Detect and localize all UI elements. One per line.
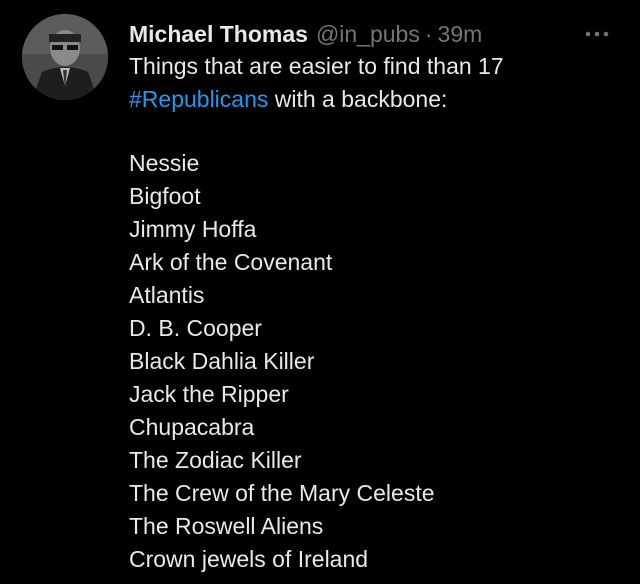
list-item: The Zodiac Killer — [129, 447, 302, 473]
hashtag-link[interactable]: #Republicans — [129, 86, 268, 112]
tweet-text-line-2: #Republicans with a backbone: — [129, 83, 629, 116]
list-item: Black Dahlia Killer — [129, 348, 315, 374]
tweet-text-line-1: Things that are easier to find than 17 — [129, 53, 504, 79]
list-item: Atlantis — [129, 282, 205, 308]
list-item: Jack the Ripper — [129, 381, 289, 407]
avatar-photo-icon — [22, 14, 108, 100]
list-item: Chupacabra — [129, 414, 255, 440]
list-item: The Roswell Aliens — [129, 513, 324, 539]
list-item: Nessie — [129, 150, 200, 176]
timestamp[interactable]: 39m — [438, 14, 483, 54]
tweet[interactable]: Michael Thomas @in_pubs · 39m Things tha… — [0, 0, 640, 584]
list-item: Bigfoot — [129, 183, 201, 209]
tweet-list: Nessie Bigfoot Jimmy Hoffa Ark of the Co… — [129, 147, 629, 576]
tweet-text-line-2-rest: with a backbone: — [268, 86, 448, 112]
list-item: Ark of the Covenant — [129, 249, 333, 275]
list-item: Crown jewels of Ireland — [129, 546, 369, 572]
more-options-icon — [585, 31, 609, 37]
avatar[interactable] — [22, 14, 108, 100]
tweet-text: Things that are easier to find than 17 #… — [129, 50, 629, 116]
list-item: Jimmy Hoffa — [129, 216, 257, 242]
separator-dot: · — [424, 21, 433, 47]
tweet-header: Michael Thomas @in_pubs · 39m — [129, 14, 482, 54]
list-item: D. B. Cooper — [129, 315, 262, 341]
author-handle[interactable]: @in_pubs — [316, 14, 420, 54]
more-options-button[interactable] — [580, 22, 614, 46]
author-display-name[interactable]: Michael Thomas — [129, 14, 308, 54]
list-item: The Crew of the Mary Celeste — [129, 480, 435, 506]
